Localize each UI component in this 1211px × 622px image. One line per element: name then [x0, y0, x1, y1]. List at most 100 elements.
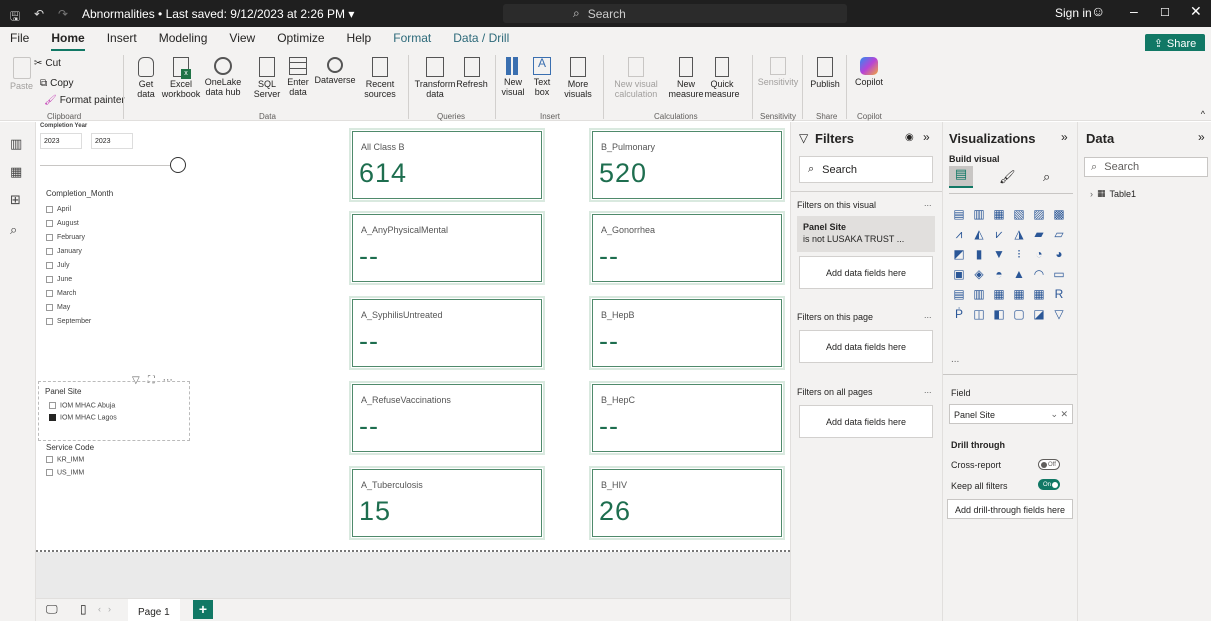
- r-visual-icon[interactable]: R: [1051, 286, 1067, 302]
- remove-field-icon[interactable]: ✕: [1060, 409, 1068, 420]
- dataverse-button[interactable]: Dataverse: [314, 57, 356, 85]
- redo-icon[interactable]: ↷: [54, 7, 72, 21]
- kpi-card[interactable]: B_HIV 26: [589, 466, 785, 540]
- mobile-layout-icon[interactable]: ▯: [80, 602, 87, 616]
- service-code-option[interactable]: US_IMM: [46, 469, 84, 476]
- slicer-icon[interactable]: ▦: [991, 286, 1007, 302]
- tab-optimize[interactable]: Optimize: [266, 31, 335, 51]
- new-visual-calc-button[interactable]: New visual calculation: [608, 57, 664, 99]
- report-view-icon[interactable]: ▥: [10, 136, 26, 151]
- qa-icon[interactable]: ▢: [1011, 306, 1027, 322]
- sensitivity-button[interactable]: Sensitivity: [758, 57, 798, 87]
- month-option[interactable]: March: [46, 286, 91, 300]
- kpi-card[interactable]: B_HepB --: [589, 296, 785, 370]
- stacked-bar-icon[interactable]: ▤: [951, 206, 967, 222]
- copilot-button[interactable]: Copilot: [852, 57, 886, 87]
- metrics-icon[interactable]: ▽: [1051, 306, 1067, 322]
- ribbon-icon[interactable]: ▱: [1051, 226, 1067, 242]
- sql-server-button[interactable]: SQL Server: [253, 57, 281, 99]
- excel-workbook-button[interactable]: x Excel workbook: [162, 57, 200, 99]
- line-icon[interactable]: ⩘: [951, 226, 967, 242]
- maximize-icon[interactable]: ☐: [1160, 6, 1170, 19]
- format-visual-tab-icon[interactable]: 🖌: [999, 169, 1016, 185]
- kpi-icon[interactable]: ▥: [971, 286, 987, 302]
- card-icon[interactable]: ▭: [1051, 266, 1067, 282]
- line-stacked-column-icon[interactable]: ◮: [1011, 226, 1027, 242]
- text-box-button[interactable]: A Text box: [530, 57, 554, 97]
- collapse-viz-icon[interactable]: »: [1061, 130, 1068, 144]
- month-option[interactable]: February: [46, 230, 91, 244]
- transform-data-button[interactable]: Transform data: [413, 57, 457, 99]
- smart-narrative-icon[interactable]: ◪: [1031, 306, 1047, 322]
- stacked-column-icon[interactable]: ▦: [991, 206, 1007, 222]
- line-clustered-column-icon[interactable]: ▰: [1031, 226, 1047, 242]
- more-options-icon[interactable]: ...: [924, 385, 932, 395]
- tab-home[interactable]: Home: [40, 31, 95, 51]
- tab-format[interactable]: Format: [382, 31, 442, 51]
- chevron-down-icon[interactable]: ⌄: [1050, 409, 1058, 420]
- area-icon[interactable]: ◭: [971, 226, 987, 242]
- panel-site-filter-card[interactable]: Panel Site is not LUSAKA TRUST ...: [797, 216, 935, 252]
- kpi-card[interactable]: A_SyphilisUntreated --: [349, 296, 545, 370]
- save-icon[interactable]: 🖫: [6, 7, 24, 23]
- new-visual-button[interactable]: New visual: [500, 57, 526, 97]
- add-page-button[interactable]: +: [193, 600, 213, 619]
- clustered-column-icon[interactable]: ▧: [1011, 206, 1027, 222]
- kpi-card[interactable]: A_AnyPhysicalMental --: [349, 211, 545, 285]
- get-data-button[interactable]: Get data: [133, 57, 159, 99]
- desktop-layout-icon[interactable]: 🖵: [46, 602, 58, 617]
- table-view-icon[interactable]: ▦: [10, 164, 26, 179]
- donut-icon[interactable]: ◔: [1031, 246, 1047, 262]
- next-page-icon[interactable]: ›: [108, 604, 111, 614]
- year-to-input[interactable]: 2023: [91, 133, 133, 149]
- chevron-right-icon[interactable]: ›: [1090, 189, 1093, 199]
- service-code-option[interactable]: KR_IMM: [46, 456, 84, 463]
- more-visuals-button[interactable]: More visuals: [558, 57, 598, 99]
- analytics-tab-icon[interactable]: ⌕: [1043, 169, 1050, 185]
- tab-modeling[interactable]: Modeling: [148, 31, 219, 51]
- panel-site-slicer[interactable]: Panel Site IOM MHAC Abuja IOM MHAC Lagos: [38, 381, 190, 441]
- python-visual-icon[interactable]: Ṗ: [951, 306, 967, 322]
- scatter-icon[interactable]: ▼: [991, 246, 1007, 262]
- treemap-icon[interactable]: ◕: [1051, 246, 1067, 262]
- kpi-card[interactable]: B_Pulmonary 520: [589, 128, 785, 202]
- onelake-button[interactable]: OneLake data hub: [203, 57, 243, 97]
- filled-map-icon[interactable]: ◈: [971, 266, 987, 282]
- previous-page-icon[interactable]: ‹: [98, 604, 101, 614]
- tab-view[interactable]: View: [218, 31, 266, 51]
- cross-report-toggle[interactable]: Off: [1038, 459, 1060, 470]
- format-painter-button[interactable]: 🖌 Format painter: [44, 95, 125, 106]
- panel-site-option[interactable]: IOM MHAC Abuja: [49, 402, 115, 409]
- keep-filters-toggle[interactable]: On: [1038, 479, 1060, 490]
- table-icon[interactable]: ▦: [1011, 286, 1027, 302]
- sign-in-link[interactable]: Sign in: [1055, 6, 1092, 20]
- more-visuals-icon[interactable]: ...: [951, 354, 959, 365]
- tab-data-drill[interactable]: Data / Drill: [442, 31, 520, 51]
- cut-button[interactable]: ✂ Cut: [34, 58, 61, 69]
- matrix-icon[interactable]: ▦: [1031, 286, 1047, 302]
- collapse-ribbon-icon[interactable]: ^: [1201, 109, 1205, 119]
- filters-search-box[interactable]: ⌕ Search: [799, 156, 933, 183]
- document-title[interactable]: Abnormalities • Last saved: 9/12/2023 at…: [82, 7, 354, 21]
- gauge-icon[interactable]: ◠: [1031, 266, 1047, 282]
- tab-help[interactable]: Help: [336, 31, 383, 51]
- map-icon[interactable]: ▣: [951, 266, 967, 282]
- kpi-card[interactable]: All Class B 614: [349, 128, 545, 202]
- account-icon[interactable]: ☺: [1091, 3, 1105, 19]
- table-node[interactable]: › ▦ Table1: [1090, 188, 1136, 199]
- build-visual-tab-icon[interactable]: ▤: [949, 166, 973, 188]
- minimize-icon[interactable]: –: [1130, 3, 1138, 19]
- kpi-card[interactable]: A_RefuseVaccinations --: [349, 381, 545, 455]
- decomposition-tree-icon[interactable]: ◧: [991, 306, 1007, 322]
- 100pct-bar-icon[interactable]: ▨: [1031, 206, 1047, 222]
- month-option[interactable]: September: [46, 314, 91, 328]
- kpi-card[interactable]: A_Gonorrhea --: [589, 211, 785, 285]
- azure-map-icon[interactable]: ◓: [991, 266, 1007, 282]
- 100pct-column-icon[interactable]: ▩: [1051, 206, 1067, 222]
- clustered-bar-icon[interactable]: ▥: [971, 206, 987, 222]
- model-view-icon[interactable]: ⊞: [10, 192, 26, 207]
- month-option[interactable]: July: [46, 258, 91, 272]
- more-options-icon[interactable]: ...: [924, 198, 932, 208]
- stacked-area-icon[interactable]: ⩗: [991, 226, 1007, 242]
- new-measure-button[interactable]: New measure: [668, 57, 704, 99]
